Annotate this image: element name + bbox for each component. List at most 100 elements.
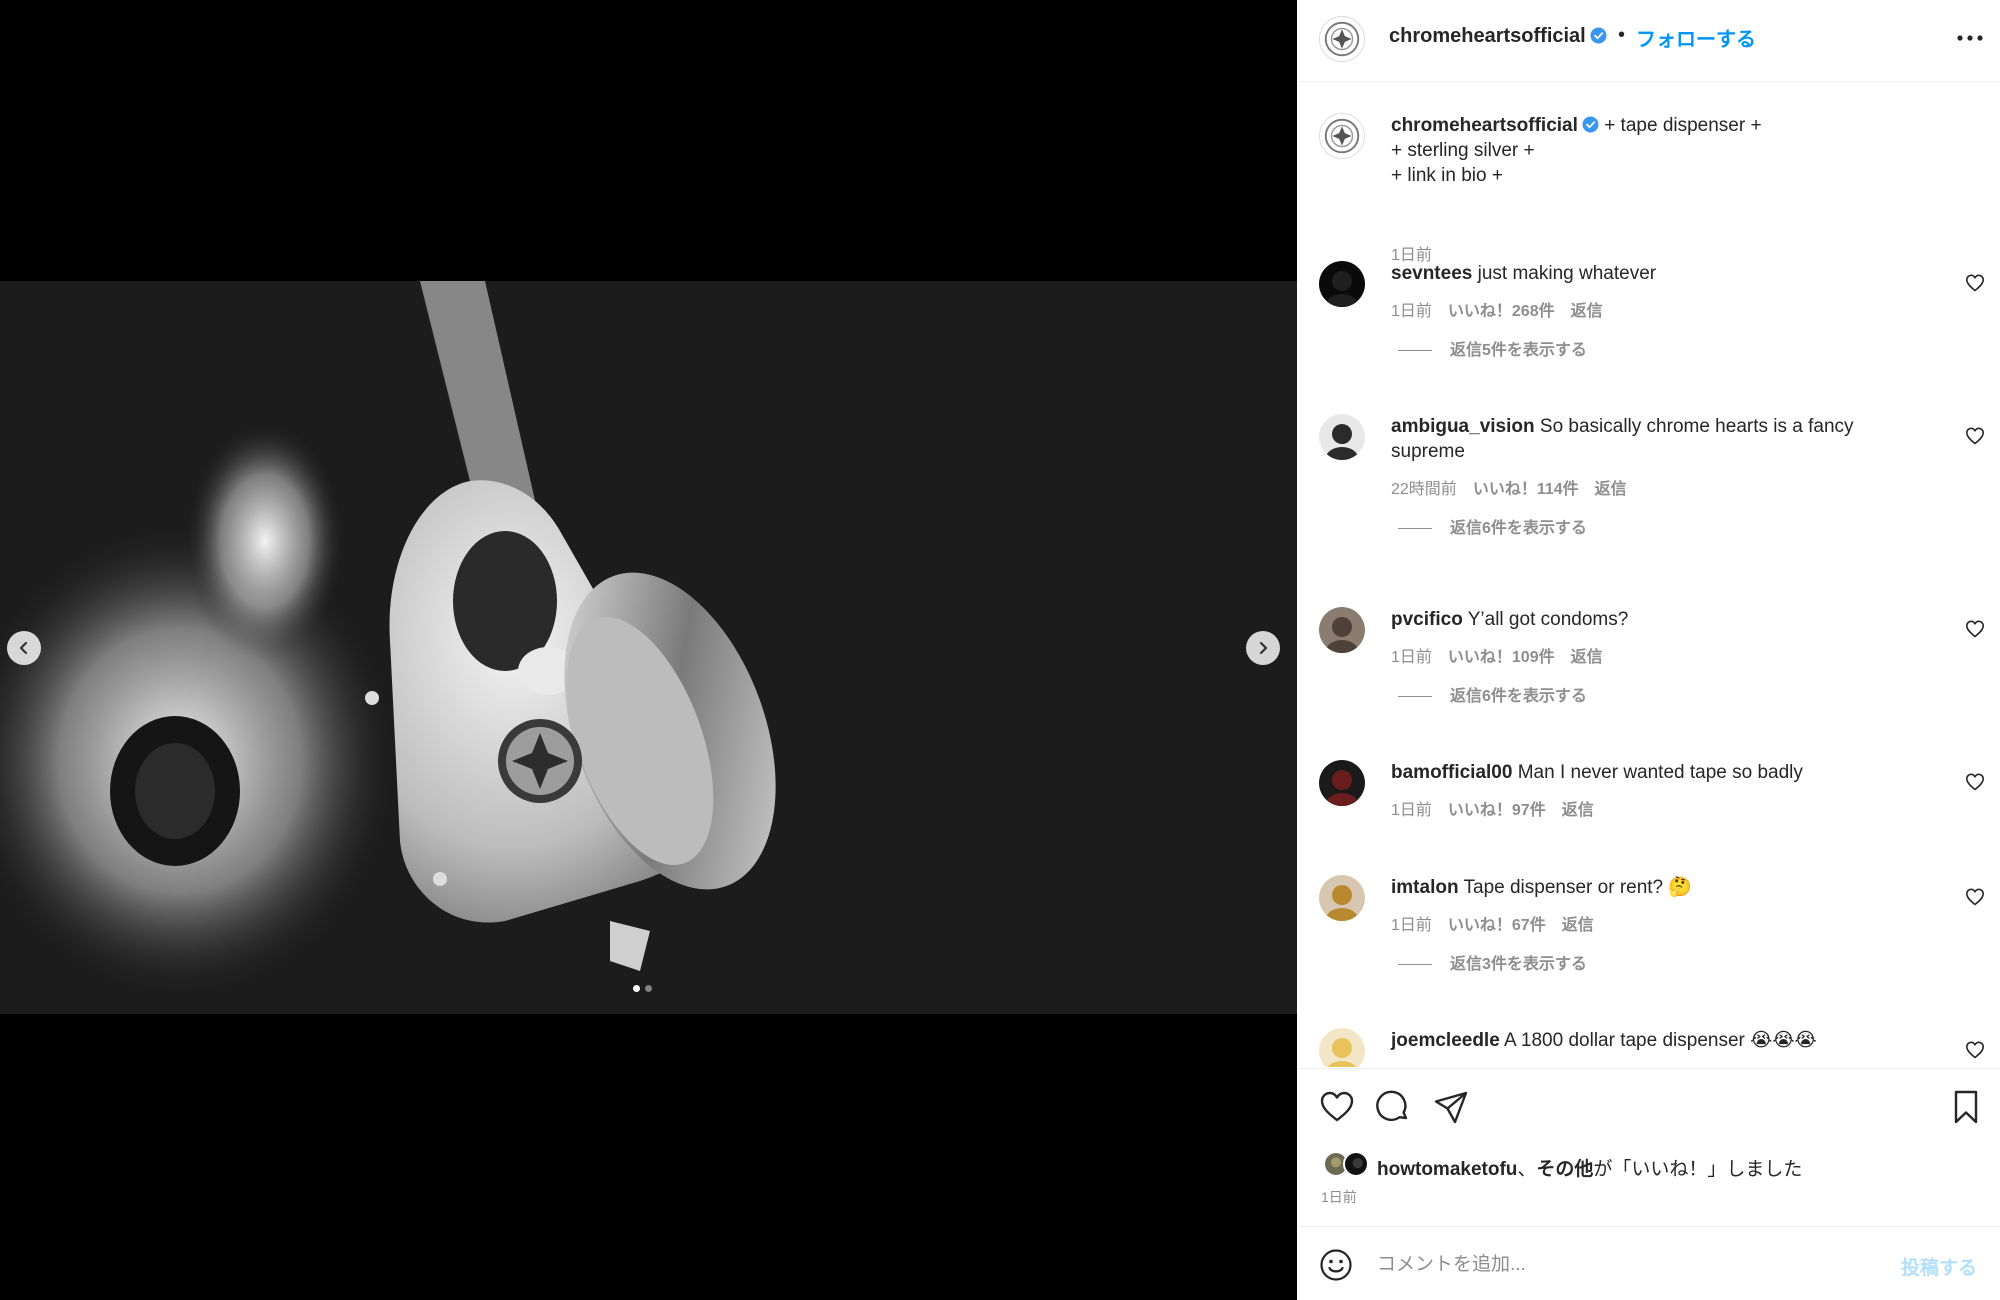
heart-icon [1966, 888, 1984, 906]
comment-meta: 1日前 いいね！109件 返信 [1391, 643, 1619, 667]
more-options-button[interactable] [1953, 26, 1987, 50]
share-icon [1434, 1091, 1468, 1124]
view-replies-label: 返信6件を表示する [1450, 688, 1587, 705]
comment-likes[interactable]: いいね！97件 [1448, 802, 1546, 819]
heart-icon [1320, 1091, 1354, 1122]
comment-body: just making whatever [1477, 263, 1657, 284]
post-image[interactable] [0, 281, 1297, 1014]
comments-scroll-area[interactable]: chromeheartsofficial + tape dispenser + … [1297, 83, 2000, 1067]
save-button[interactable] [1948, 1089, 1984, 1125]
comment-like-button[interactable] [1965, 1040, 1985, 1060]
liked-by-others[interactable]: その他 [1536, 1159, 1593, 1180]
comment-time[interactable]: 1日前 [1391, 917, 1432, 934]
chevron-left-icon [19, 641, 28, 655]
comment-reply-button[interactable]: 返信 [1571, 303, 1603, 320]
post-media-viewer [0, 0, 1297, 1300]
commenter-avatar-image [1319, 875, 1365, 921]
commenter-avatar[interactable] [1319, 414, 1365, 460]
commenter-avatar[interactable] [1319, 607, 1365, 653]
liked-by-user[interactable]: howtomaketofu [1377, 1159, 1517, 1180]
comment-username[interactable]: pvcifico [1391, 609, 1463, 630]
like-button[interactable] [1319, 1089, 1355, 1125]
verified-badge-icon [1590, 27, 1607, 44]
comment-text: ambigua_vision So basically chrome heart… [1391, 414, 1911, 464]
comment-icon [1376, 1090, 1408, 1122]
carousel-prev-button[interactable] [7, 631, 41, 665]
commenter-avatar-image [1319, 414, 1365, 460]
caption-text: chromeheartsofficial + tape dispenser + … [1391, 113, 1911, 188]
comment-meta: 1日前 いいね！97件 返信 [1391, 796, 1610, 820]
comment-likes[interactable]: いいね！114件 [1473, 481, 1579, 498]
comment-button[interactable] [1375, 1089, 1411, 1125]
follow-button[interactable]: フォローする [1636, 23, 1756, 52]
comment-reply-button[interactable]: 返信 [1562, 917, 1594, 934]
comment-username[interactable]: ambigua_vision [1391, 416, 1535, 437]
author-avatar[interactable] [1319, 16, 1365, 62]
comment-reply-button[interactable]: 返信 [1571, 649, 1603, 666]
post-comment-button[interactable]: 投稿する [1901, 1253, 1977, 1280]
comment-reply-button[interactable]: 返信 [1562, 802, 1594, 819]
commenter-avatar[interactable] [1319, 1028, 1365, 1067]
comment-input[interactable] [1377, 1247, 1857, 1283]
comment-likes[interactable]: いいね！109件 [1448, 649, 1555, 666]
liked-by-separator: 、 [1517, 1159, 1537, 1180]
view-replies-button[interactable]: 返信6件を表示する [1398, 514, 1587, 538]
view-replies-label: 返信5件を表示する [1450, 342, 1587, 359]
heart-icon [1966, 620, 1984, 638]
comment-meta: 1日前 いいね！67件 返信 [1391, 911, 1610, 935]
caption-line-1: + tape dispenser + [1604, 115, 1762, 136]
view-replies-label: 返信6件を表示する [1450, 520, 1587, 537]
emoji-icon [1320, 1249, 1352, 1281]
verified-badge-icon [1582, 116, 1599, 133]
comment-time[interactable]: 1日前 [1391, 303, 1432, 320]
comment-like-button[interactable] [1965, 887, 1985, 907]
carousel-dot [633, 985, 640, 992]
liker-avatar[interactable] [1343, 1151, 1369, 1177]
heart-icon [1966, 1041, 1984, 1059]
bookmark-icon [1954, 1090, 1978, 1124]
caption-username[interactable]: chromeheartsofficial [1391, 115, 1578, 136]
view-replies-button[interactable]: 返信3件を表示する [1398, 950, 1587, 974]
comment-likes[interactable]: いいね！268件 [1448, 303, 1555, 320]
liked-by-summary: howtomaketofu、その他が「いいね！」しました [1323, 1149, 1973, 1181]
comment-text: bamofficial00 Man I never wanted tape so… [1391, 760, 1911, 785]
emoji-button[interactable] [1319, 1248, 1353, 1282]
heart-icon [1966, 427, 1984, 445]
comment-time[interactable]: 1日前 [1391, 649, 1432, 666]
share-button[interactable] [1433, 1089, 1469, 1125]
view-replies-button[interactable]: 返信5件を表示する [1398, 336, 1587, 360]
comment-like-button[interactable] [1965, 619, 1985, 639]
commenter-avatar[interactable] [1319, 261, 1365, 307]
comment-like-button[interactable] [1965, 426, 1985, 446]
liked-by-text: howtomaketofu、その他が「いいね！」しました [1377, 1154, 1802, 1181]
comment-username[interactable]: imtalon [1391, 877, 1459, 898]
comment-like-button[interactable] [1965, 273, 1985, 293]
commenter-avatar-image [1319, 1028, 1365, 1067]
post-timestamp[interactable]: 1日前 [1321, 1187, 1357, 1207]
comment-meta: 1日前いいね！55件返信 [1391, 1064, 1610, 1067]
commenter-avatar[interactable] [1319, 760, 1365, 806]
comment-likes[interactable]: いいね！67件 [1448, 917, 1546, 934]
view-replies-button[interactable]: 返信6件を表示する [1398, 682, 1587, 706]
comment-text: joemcleedle A 1800 dollar tape dispenser… [1391, 1028, 1911, 1053]
comment-time[interactable]: 1日前 [1391, 802, 1432, 819]
author-avatar[interactable] [1319, 113, 1365, 159]
caption-line-2: + sterling silver + [1391, 140, 1535, 161]
author-username[interactable]: chromeheartsofficial [1389, 25, 1607, 48]
comment-username[interactable]: sevntees [1391, 263, 1472, 284]
commenter-avatar[interactable] [1319, 875, 1365, 921]
comment-reply-button[interactable]: 返信 [1595, 481, 1627, 498]
carousel-next-button[interactable] [1246, 631, 1280, 665]
comment-meta: 22時間前 いいね！114件 返信 [1391, 475, 1643, 499]
comment-like-button[interactable] [1965, 772, 1985, 792]
chrome-hearts-logo [1320, 114, 1364, 158]
comment-username[interactable]: joemcleedle [1391, 1030, 1500, 1051]
comment-body: Tape dispenser or rent? 🤔 [1463, 877, 1693, 898]
comment-time[interactable]: 22時間前 [1391, 481, 1457, 498]
replies-divider [1398, 528, 1432, 530]
caption-line-3: + link in bio + [1391, 165, 1503, 186]
author-username-text[interactable]: chromeheartsofficial [1389, 25, 1586, 47]
comment-username[interactable]: bamofficial00 [1391, 762, 1512, 783]
chrome-hearts-logo [1320, 17, 1364, 61]
heart-icon [1966, 773, 1984, 791]
